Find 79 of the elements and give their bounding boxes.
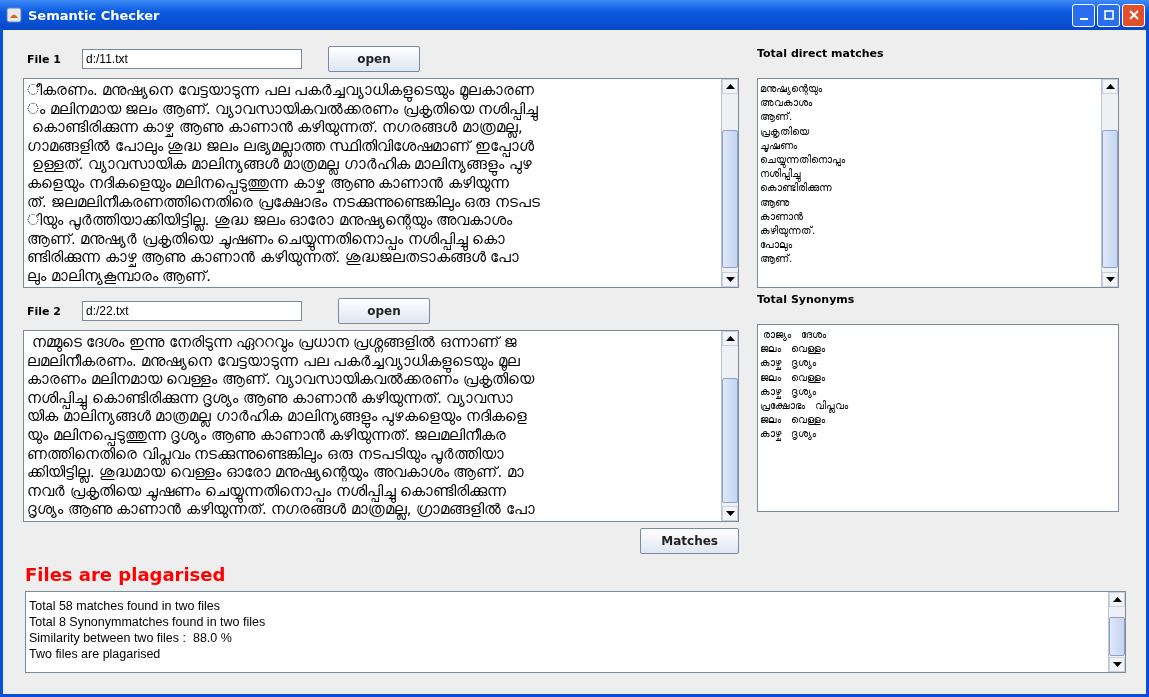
- down-arrow-icon: [725, 277, 735, 282]
- open-button[interactable]: open: [328, 46, 420, 72]
- scroll-bar[interactable]: [1101, 79, 1118, 287]
- list-item[interactable]: രാജ്യം ദേശം: [760, 328, 1116, 343]
- output-line: Similarity between two files : 88.0 %: [29, 630, 233, 646]
- matches-button[interactable]: Matches: [640, 528, 739, 554]
- up-arrow-icon: [1105, 84, 1115, 89]
- scroll-up-button[interactable]: [1102, 79, 1118, 94]
- scroll-down-button[interactable]: [722, 272, 738, 287]
- close-button[interactable]: [1122, 3, 1145, 27]
- list-item[interactable]: പ്രകൃതിയെ: [760, 124, 1099, 139]
- list-item[interactable]: കൊണ്ടിരിക്കുന്ന: [760, 181, 1099, 196]
- scroll-bar[interactable]: [721, 79, 738, 287]
- scroll-up-button[interactable]: [722, 331, 738, 346]
- list-item[interactable]: കാഴ്ച ദൃശ്യം: [760, 384, 1116, 399]
- list-item[interactable]: കാണാൻ: [760, 209, 1099, 225]
- file-path-field[interactable]: d:/11.txt: [82, 49, 302, 69]
- list-item[interactable]: പോലും: [760, 238, 1099, 253]
- text-line: ീകരണം. മനുഷ്യനെ വേട്ടയാടുന്ന പല പകർച്ചവ്യാധികളുടെയും മൂലകാരണ: [27, 81, 718, 100]
- text-line: ലും മാലിന്യകൂമ്പാരം ആണ്.: [27, 266, 212, 286]
- scroll-down-button[interactable]: [722, 506, 738, 521]
- app-icon: [6, 7, 22, 23]
- list-item[interactable]: ആണു: [760, 195, 1099, 210]
- list-item[interactable]: ആണ്.: [760, 110, 1099, 125]
- list-item[interactable]: കാഴ്ച ദൃശ്യം: [760, 356, 1116, 371]
- list-item[interactable]: പ്രക്ഷോഭം വിപ്ലവം: [760, 399, 1116, 414]
- section-title: Total Synonyms: [757, 292, 856, 308]
- scroll-thumb[interactable]: [722, 129, 738, 269]
- text-line: ലമലിനീകരണം. മനുഷ്യനെ വേട്ടയാടുന്ന പല പകർച്ചവ്യാധികളുടെയും മൂല: [27, 351, 718, 371]
- maximize-button[interactable]: [1097, 3, 1120, 27]
- output-area[interactable]: Total 58 matches found in two files Total 8 Synonymmatches found in two files Similarity between two files : 88.0 % Two files are plagarised: [25, 591, 1126, 673]
- text-area[interactable]: [23, 78, 739, 288]
- scroll-thumb[interactable]: [1109, 617, 1125, 656]
- list-item[interactable]: അവകാശം: [760, 96, 1099, 111]
- list-item[interactable]: കാഴ്ച ദൃശ്യം: [760, 427, 1116, 442]
- scroll-down-button[interactable]: [1102, 272, 1118, 287]
- scroll-bar[interactable]: [1108, 592, 1125, 672]
- scroll-up-button[interactable]: [1109, 592, 1125, 607]
- text-area[interactable]: [23, 330, 739, 522]
- maximize-icon: [1103, 10, 1114, 20]
- down-arrow-icon: [1105, 277, 1115, 282]
- text-line: ണത്തിനെതിരെ വിപ്ലവം നടക്കുന്നുണ്ടെങ്കിലും ഒരു നടപടിയും പൂർത്തിയാ: [27, 444, 718, 464]
- output-line: Total 58 matches found in two files: [29, 598, 222, 614]
- scroll-thumb[interactable]: [1102, 129, 1118, 269]
- down-arrow-icon: [725, 511, 735, 516]
- window-title: Semantic Checker: [28, 7, 161, 23]
- up-arrow-icon: [1112, 597, 1122, 602]
- file-label: File 1: [26, 52, 62, 66]
- open-button[interactable]: open: [338, 298, 430, 324]
- list-item[interactable]: ആണ്.: [760, 252, 1099, 267]
- list-item[interactable]: ജലം വെള്ളം: [760, 413, 1116, 428]
- scroll-thumb[interactable]: [722, 378, 738, 503]
- text-line: നവർ പ്രകൃതിയെ ചൂഷണം ചെയ്യുന്നതിനൊപ്പം നശിപ്പിച്ചു കൊണ്ടിരിക്കുന്ന: [27, 481, 718, 501]
- synonyms-list[interactable]: രാജ്യം ദേശം ജലം വെള്ളം കാഴ്ച ദൃശ്യം ജലം വെള്ളം കാഴ്ച ദൃശ്യം പ്രക്ഷോഭം വിപ്ലവം ജലം വെള്ളം കാഴ്ച ദൃശ്യം: [757, 324, 1119, 512]
- scroll-up-button[interactable]: [722, 79, 738, 94]
- scroll-down-button[interactable]: [1109, 657, 1125, 672]
- down-arrow-icon: [1112, 662, 1122, 667]
- text-line: നശിപ്പിച്ചു കൊണ്ടിരിക്കുന്ന ദൃശ്യം ആണു കാണാൻ കഴിയുന്നത്. വ്യാവസാ: [27, 388, 718, 408]
- up-arrow-icon: [725, 336, 735, 341]
- scroll-bar[interactable]: [721, 331, 738, 521]
- minimize-button[interactable]: [1072, 3, 1095, 27]
- section-title: Total direct matches: [757, 46, 885, 62]
- text-line: നമ്മുടെ ദേശം ഇന്നു നേരിടുന്ന ഏററവും പ്രധാന പ്രശ്നങ്ങളിൽ ഒന്നാണ് ജ: [27, 333, 718, 352]
- list-item[interactable]: ചൂഷണം: [760, 138, 1099, 153]
- list-item[interactable]: നശിപ്പിച്ചു: [760, 167, 1099, 182]
- output-line: Two files are plagarised: [29, 646, 162, 662]
- file-label: File 2: [26, 304, 62, 318]
- close-icon: [1128, 10, 1139, 20]
- list-item[interactable]: മനുഷ്യന്റെയും: [760, 82, 1099, 97]
- list-item[interactable]: കഴിയുന്നത്.: [760, 224, 1099, 239]
- result-message: Files are plagarised: [25, 564, 227, 585]
- list-item[interactable]: ജലം വെള്ളം: [760, 370, 1116, 385]
- output-line: Total 8 Synonymmatches found in two files: [29, 614, 267, 630]
- minimize-icon: [1079, 17, 1088, 20]
- matches-list[interactable]: മനുഷ്യന്റെയും അവകാശം ആണ്. പ്രകൃതിയെ ചൂഷണം ചെയ്യുന്നതിനൊപ്പം നശിപ്പിച്ചു കൊണ്ടിരിക്കുന്ന ആണു കാണാൻ കഴിയുന്നത്. പോലും ആണ്.: [757, 78, 1119, 288]
- list-item[interactable]: ചെയ്യുന്നതിനൊപ്പം: [760, 153, 1099, 168]
- list-item[interactable]: ജലം വെള്ളം: [760, 342, 1116, 357]
- file-path-field[interactable]: d:/22.txt: [82, 301, 302, 321]
- up-arrow-icon: [725, 84, 735, 89]
